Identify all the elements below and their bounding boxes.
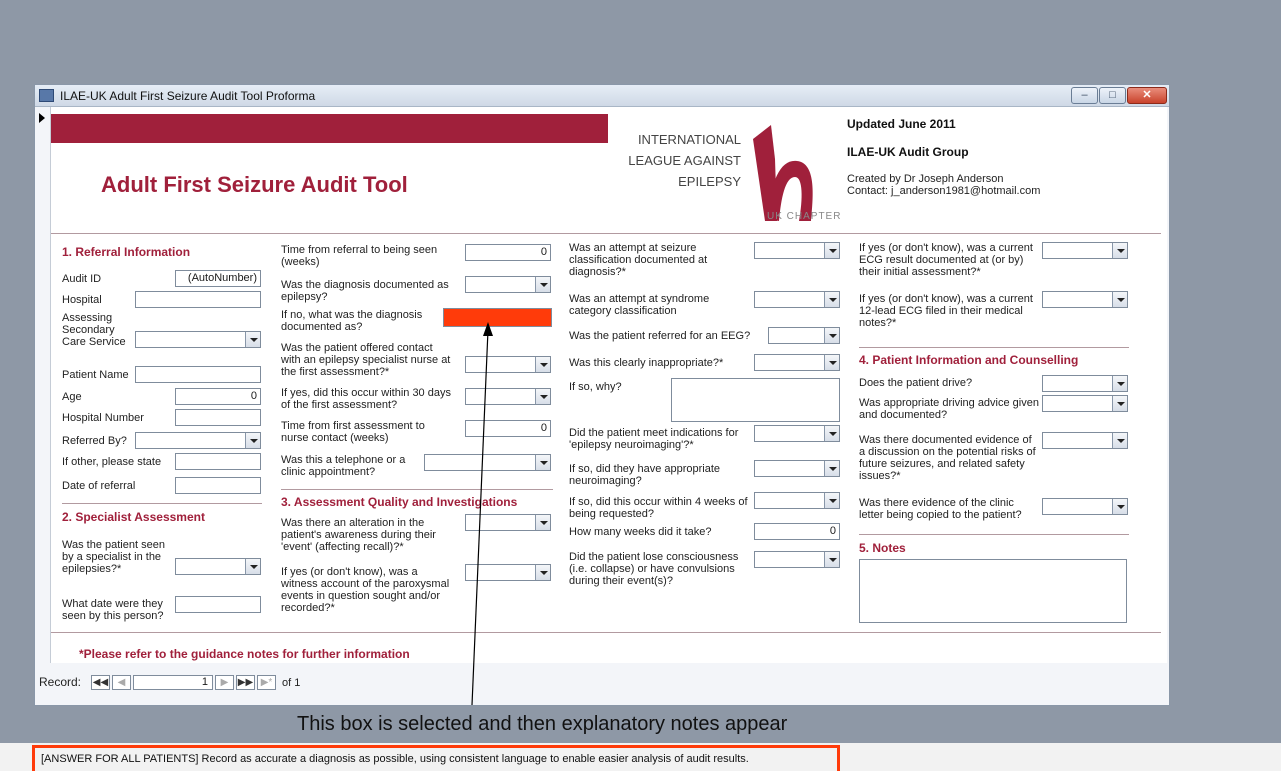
annotation-arrow-icon (471, 322, 493, 706)
annotation-text: This box is selected and then explanator… (297, 713, 788, 735)
status-message: [ANSWER FOR ALL PATIENTS] Record as accu… (32, 745, 840, 771)
